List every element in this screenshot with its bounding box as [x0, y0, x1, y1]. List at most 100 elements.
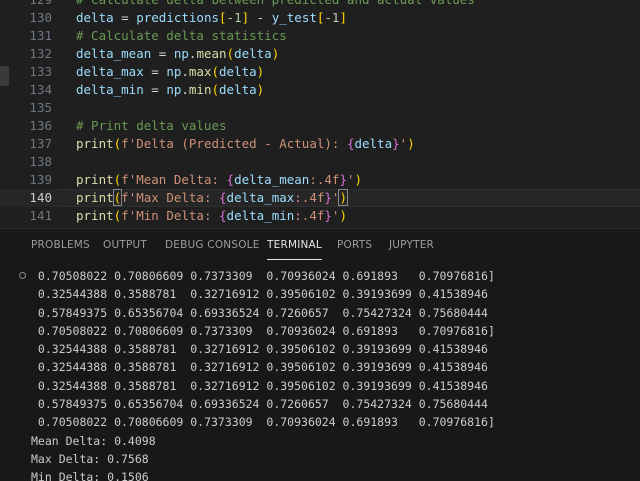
code-token: print — [76, 208, 114, 223]
terminal-line: 0.70508022 0.70806609 0.7373309 0.709360… — [0, 267, 640, 285]
tab-debug-console[interactable]: DEBUG CONSOLE — [165, 239, 260, 251]
code-token: } — [339, 172, 347, 187]
tab-output[interactable]: OUTPUT — [103, 239, 147, 251]
line-number: 138 — [29, 154, 52, 169]
code-token: ( — [226, 46, 235, 61]
code-token: # Calculate delta between predicted and … — [76, 0, 475, 7]
code-token: np — [166, 64, 182, 79]
terminal-line: 0.70508022 0.70806609 0.7373309 0.709360… — [0, 322, 640, 340]
line-number: 141 — [29, 208, 52, 223]
line-source: print(f'Max Delta: {delta_max:.4f}') — [76, 189, 348, 207]
tab-ports[interactable]: PORTS — [337, 239, 372, 251]
code-token: -1 — [324, 10, 340, 25]
code-token: :.4f — [294, 208, 325, 223]
code-token: np — [173, 46, 189, 61]
terminal-line: 0.32544388 0.3588781 0.32716912 0.395061… — [0, 340, 640, 358]
code-token: { — [226, 172, 235, 187]
code-token: { — [219, 208, 227, 223]
code-line[interactable]: 135 — [0, 99, 640, 117]
code-lines: 129 # Calculate delta between predicted a… — [0, 0, 640, 228]
code-token: ) — [256, 82, 265, 97]
line-number: 137 — [29, 136, 52, 151]
code-token: f'Delta (Predicted - Actual): — [121, 136, 347, 151]
line-source: print(f'Delta (Predicted - Actual): {del… — [76, 135, 415, 153]
terminal-line: Mean Delta: 0.4098 — [0, 432, 640, 450]
terminal-line-text: 0.32544388 0.3588781 0.32716912 0.395061… — [31, 342, 488, 357]
code-token: delta — [76, 10, 114, 25]
code-token: predictions — [136, 10, 220, 25]
code-token: delta_min — [226, 208, 295, 223]
code-token: ) — [354, 172, 363, 187]
terminal-output[interactable]: 0.70508022 0.70806609 0.7373309 0.709360… — [0, 267, 640, 481]
code-line[interactable]: 138 — [0, 153, 640, 171]
code-line[interactable]: 136 # Print delta values — [0, 117, 640, 135]
code-token: ) — [256, 64, 265, 79]
code-token: delta_min — [76, 82, 144, 97]
code-line[interactable]: 132 delta_mean = np.mean(delta) — [0, 45, 640, 63]
terminal-line-text: 0.57849375 0.65356704 0.69336524 0.72606… — [31, 397, 488, 412]
tab-problems[interactable]: PROBLEMS — [31, 239, 90, 251]
line-number: 130 — [29, 10, 52, 25]
code-token: } — [392, 136, 400, 151]
terminal-line-text: Mean Delta: 0.4098 — [31, 433, 156, 448]
code-token: print — [76, 172, 114, 187]
code-editor[interactable]: 129 # Calculate delta between predicted a… — [0, 0, 640, 228]
code-line[interactable]: 133 delta_max = np.max(delta) — [0, 63, 640, 81]
code-line[interactable]: 130 delta = predictions[-1] - y_test[-1] — [0, 9, 640, 27]
line-number: 134 — [29, 82, 52, 97]
line-number: 133 — [29, 64, 52, 79]
tab-jupyter[interactable]: JUPYTER — [389, 239, 434, 251]
code-line[interactable]: 129 # Calculate delta between predicted a… — [0, 0, 640, 9]
code-token: print — [76, 136, 114, 151]
terminal-line: 0.32544388 0.3588781 0.32716912 0.395061… — [0, 358, 640, 376]
terminal-line-text: 0.70508022 0.70806609 0.7373309 0.709360… — [31, 269, 495, 283]
line-number: 132 — [29, 46, 52, 61]
terminal-line: 0.32544388 0.3588781 0.32716912 0.395061… — [0, 377, 640, 395]
code-line[interactable]: 137 print(f'Delta (Predicted - Actual): {… — [0, 135, 640, 153]
line-source: print(f'Mean Delta: {delta_mean:.4f}') — [76, 171, 362, 189]
code-token: f'Min Delta: — [121, 208, 220, 223]
code-token: . — [181, 64, 189, 79]
code-token: ) — [338, 189, 348, 206]
code-token: :.4f — [294, 190, 325, 205]
line-number: 139 — [29, 172, 52, 187]
code-token: delta_max — [76, 64, 144, 79]
tab-terminal[interactable]: TERMINAL — [267, 239, 322, 260]
code-token: } — [324, 190, 332, 205]
code-token: max — [188, 64, 212, 79]
code-token: [ — [219, 10, 227, 25]
code-token: y_test — [271, 10, 317, 25]
code-token: - — [249, 10, 272, 25]
code-token: delta — [219, 82, 257, 97]
code-line[interactable]: 134 delta_min = np.min(delta) — [0, 81, 640, 99]
code-token: ' — [346, 172, 355, 187]
code-token: delta_max — [226, 190, 295, 205]
code-line[interactable]: 131 # Calculate delta statistics — [0, 27, 640, 45]
code-token: = — [143, 64, 167, 79]
terminal-line-text: 0.70508022 0.70806609 0.7373309 0.709360… — [31, 323, 495, 338]
code-token: . — [181, 82, 189, 97]
code-token: ] — [339, 10, 347, 25]
terminal-line-text: 0.32544388 0.3588781 0.32716912 0.395061… — [31, 287, 488, 302]
code-line[interactable]: 140 print(f'Max Delta: {delta_max:.4f}') — [0, 189, 640, 207]
terminal-line: 0.70508022 0.70806609 0.7373309 0.709360… — [0, 413, 640, 431]
line-source: delta = predictions[-1] - y_test[-1] — [76, 9, 347, 27]
code-line[interactable]: 141 print(f'Min Delta: {delta_min:.4f}') — [0, 207, 640, 225]
code-token: min — [188, 82, 212, 97]
code-line[interactable]: 139 print(f'Mean Delta: {delta_mean:.4f}'… — [0, 171, 640, 189]
code-token: delta — [234, 46, 272, 61]
code-token: :.4f — [309, 172, 340, 187]
code-token: f'Max Delta: — [121, 190, 220, 205]
code-token: } — [324, 208, 332, 223]
line-source: # Print delta values — [76, 117, 227, 135]
code-token: delta — [354, 136, 393, 151]
code-token: = — [151, 46, 174, 61]
code-token: delta — [219, 64, 257, 79]
code-token: ( — [211, 82, 220, 97]
code-token: = — [143, 82, 167, 97]
terminal-line-text: 0.32544388 0.3588781 0.32716912 0.395061… — [31, 360, 488, 375]
line-number: 140 — [29, 190, 52, 205]
code-token: ( — [211, 64, 220, 79]
terminal-line: 0.57849375 0.65356704 0.69336524 0.72606… — [0, 304, 640, 322]
code-token: # Calculate delta statistics — [76, 28, 287, 43]
